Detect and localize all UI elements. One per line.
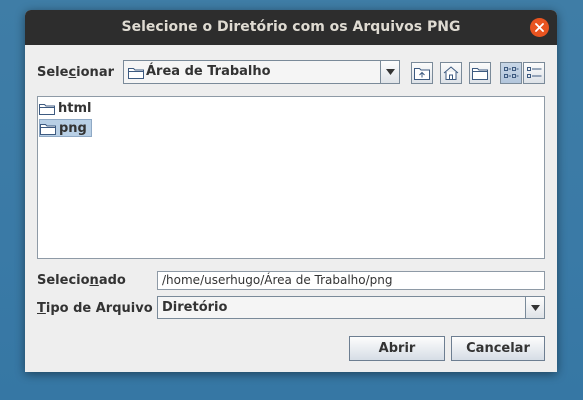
close-button[interactable]	[530, 18, 549, 37]
file-list[interactable]: html png	[37, 96, 545, 259]
details-view-icon	[526, 67, 541, 78]
list-item-label: html	[58, 100, 92, 116]
new-folder-button[interactable]	[469, 62, 491, 84]
close-icon	[535, 23, 544, 32]
cancel-button[interactable]: Cancelar	[451, 336, 545, 361]
folder-icon	[40, 123, 56, 135]
chevron-down-icon[interactable]	[525, 297, 544, 318]
look-in-label: Selecionar	[37, 65, 114, 80]
selected-path-input[interactable]: /home/userhugo/Área de Trabalho/png	[157, 271, 545, 290]
details-view-button[interactable]	[523, 62, 545, 84]
folder-icon	[128, 68, 144, 79]
look-in-value: Área de Trabalho	[146, 64, 271, 79]
list-item-label: png	[59, 120, 87, 136]
title-bar[interactable]: Selecione o Diretório com os Arquivos PN…	[25, 10, 557, 45]
new-folder-icon	[472, 68, 488, 80]
chevron-down-icon[interactable]	[380, 61, 399, 83]
folder-icon	[39, 103, 55, 115]
list-item-selected[interactable]: png	[39, 119, 92, 137]
selected-label: Selecionado	[37, 273, 126, 288]
open-button[interactable]: Abrir	[349, 336, 445, 361]
home-button[interactable]	[440, 62, 462, 84]
file-chooser-dialog: Selecione o Diretório com os Arquivos PN…	[25, 10, 557, 372]
home-icon	[443, 66, 459, 80]
list-view-icon	[503, 67, 518, 78]
window-title: Selecione o Diretório com os Arquivos PN…	[121, 19, 461, 35]
file-type-label: Tipo de Arquivo	[37, 301, 153, 316]
file-type-combo[interactable]: Diretório	[157, 296, 545, 319]
look-in-combo[interactable]: Área de Trabalho	[123, 60, 400, 84]
list-view-button[interactable]	[500, 62, 522, 84]
up-folder-icon	[414, 68, 430, 80]
list-item[interactable]: html	[39, 99, 95, 117]
file-type-value: Diretório	[162, 300, 228, 315]
up-folder-button[interactable]	[411, 62, 433, 84]
